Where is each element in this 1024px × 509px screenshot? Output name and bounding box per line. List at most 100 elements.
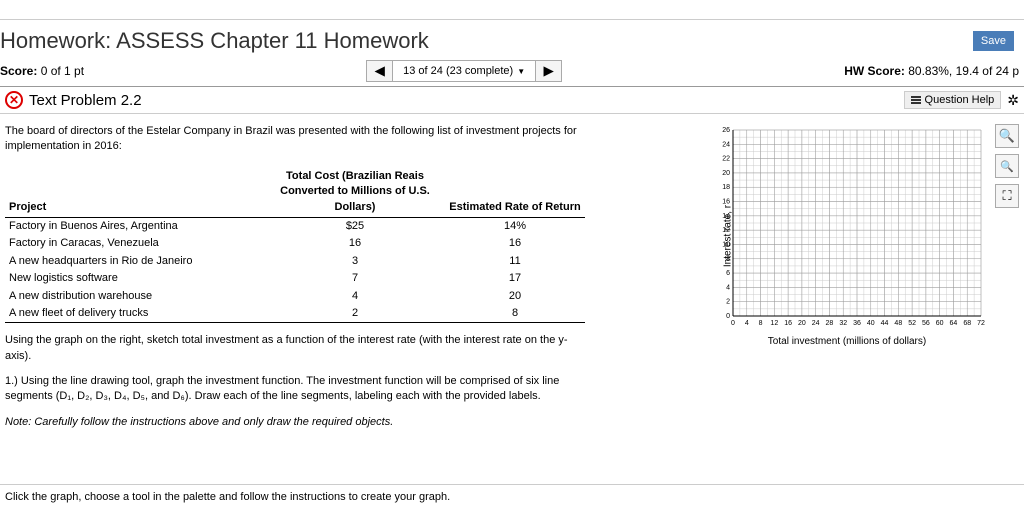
- svg-text:12: 12: [770, 320, 778, 327]
- cell-ror: 20: [445, 288, 585, 305]
- svg-text:68: 68: [963, 320, 971, 327]
- svg-text:6: 6: [726, 270, 730, 277]
- svg-text:22: 22: [722, 156, 730, 163]
- svg-text:14: 14: [722, 213, 730, 220]
- table-row: Factory in Caracas, Venezuela 16 16: [5, 235, 585, 252]
- expand-button[interactable]: ⛶: [995, 184, 1019, 208]
- svg-text:4: 4: [745, 320, 749, 327]
- qhelp-label: Question Help: [925, 94, 995, 106]
- cell-ror: 8: [445, 305, 585, 323]
- svg-text:18: 18: [722, 184, 730, 191]
- cell-project: Factory in Buenos Aires, Argentina: [5, 217, 265, 235]
- cell-project: A new fleet of delivery trucks: [5, 305, 265, 323]
- svg-text:20: 20: [722, 170, 730, 177]
- save-button[interactable]: Save: [973, 31, 1014, 51]
- cell-ror: 17: [445, 270, 585, 287]
- cell-cost: 2: [265, 305, 445, 323]
- svg-text:26: 26: [722, 127, 730, 134]
- hw-score-display: HW Score: 80.83%, 19.4 of 24 p: [844, 64, 1019, 78]
- cell-project: New logistics software: [5, 270, 265, 287]
- footer-instruction: Click the graph, choose a tool in the pa…: [0, 484, 1024, 509]
- svg-text:20: 20: [798, 320, 806, 327]
- cell-project: A new headquarters in Rio de Janeiro: [5, 253, 265, 270]
- score-value: 0 of 1 pt: [41, 64, 84, 78]
- svg-text:44: 44: [881, 320, 889, 327]
- svg-text:12: 12: [722, 227, 730, 234]
- chevron-down-icon: ▼: [517, 67, 525, 76]
- svg-text:0: 0: [726, 313, 730, 320]
- table-row: New logistics software 7 17: [5, 270, 585, 287]
- homework-header: Homework: ASSESS Chapter 11 Homework Sav…: [0, 20, 1024, 58]
- cell-ror: 16: [445, 235, 585, 252]
- cell-cost: 7: [265, 270, 445, 287]
- table-row: A new fleet of delivery trucks 2 8: [5, 305, 585, 323]
- question-nav: ◀ 13 of 24 (23 complete) ▼ ▶: [366, 60, 562, 82]
- next-question-button[interactable]: ▶: [535, 61, 561, 81]
- svg-text:60: 60: [936, 320, 944, 327]
- zoom-out-button[interactable]: 🔍: [995, 154, 1019, 178]
- hwscore-value: 80.83%, 19.4 of 24 p: [908, 64, 1019, 78]
- question-text-column: The board of directors of the Estelar Co…: [5, 124, 585, 430]
- cell-ror: 14%: [445, 217, 585, 235]
- hwscore-label: HW Score:: [844, 64, 905, 78]
- svg-text:16: 16: [722, 199, 730, 206]
- cell-project: Factory in Caracas, Venezuela: [5, 235, 265, 252]
- incorrect-icon: ✕: [5, 91, 23, 109]
- cell-cost: 4: [265, 288, 445, 305]
- score-label: Score:: [0, 64, 37, 78]
- instruction-1: Using the graph on the right, sketch tot…: [5, 333, 585, 364]
- question-help-button[interactable]: Question Help: [904, 91, 1002, 109]
- svg-text:4: 4: [726, 284, 730, 291]
- investment-table: Project Total Cost (Brazilian Reais Conv…: [5, 167, 585, 324]
- cell-cost: $25: [265, 217, 445, 235]
- svg-text:0: 0: [731, 320, 735, 327]
- question-counter-dropdown[interactable]: 13 of 24 (23 complete) ▼: [393, 61, 535, 81]
- problem-title: Text Problem 2.2: [29, 92, 142, 109]
- problem-bar: ✕ Text Problem 2.2 Question Help ✲: [0, 87, 1024, 114]
- svg-text:48: 48: [894, 320, 902, 327]
- table-row: A new distribution warehouse 4 20: [5, 288, 585, 305]
- chart-column: Interest rate, r 04812162024283236404448…: [605, 124, 1019, 430]
- svg-text:36: 36: [853, 320, 861, 327]
- score-display: Score: 0 of 1 pt: [0, 64, 84, 78]
- svg-text:8: 8: [726, 256, 730, 263]
- instruction-2: 1.) Using the line drawing tool, graph t…: [5, 374, 585, 405]
- intro-text: The board of directors of the Estelar Co…: [5, 124, 585, 155]
- chart-plot-area[interactable]: 0481216202428323640444852566064687202468…: [707, 124, 987, 334]
- instruction-note: Note: Carefully follow the instructions …: [5, 415, 585, 430]
- svg-text:10: 10: [722, 241, 730, 248]
- chart-tools: 🔍 🔍 ⛶: [995, 124, 1019, 208]
- svg-text:8: 8: [759, 320, 763, 327]
- svg-text:16: 16: [784, 320, 792, 327]
- svg-text:72: 72: [977, 320, 985, 327]
- svg-text:24: 24: [812, 320, 820, 327]
- zoom-in-button[interactable]: 🔍: [995, 124, 1019, 148]
- svg-text:52: 52: [908, 320, 916, 327]
- col-ror: Estimated Rate of Return: [445, 167, 585, 218]
- cell-ror: 11: [445, 253, 585, 270]
- svg-text:40: 40: [867, 320, 875, 327]
- cell-cost: 3: [265, 253, 445, 270]
- top-system-bar: [0, 0, 1024, 20]
- chart-container: Interest rate, r 04812162024283236404448…: [707, 124, 987, 347]
- prev-question-button[interactable]: ◀: [367, 61, 393, 81]
- settings-icon[interactable]: ✲: [1007, 92, 1019, 109]
- col-project: Project: [5, 167, 265, 218]
- table-row: Factory in Buenos Aires, Argentina $25 1…: [5, 217, 585, 235]
- page-title: Homework: ASSESS Chapter 11 Homework: [0, 28, 429, 54]
- svg-text:32: 32: [839, 320, 847, 327]
- score-bar: Score: 0 of 1 pt ◀ 13 of 24 (23 complete…: [0, 58, 1024, 87]
- question-counter: 13 of 24 (23 complete): [403, 65, 513, 77]
- svg-text:64: 64: [950, 320, 958, 327]
- problem-left: ✕ Text Problem 2.2: [5, 91, 142, 109]
- content-area: The board of directors of the Estelar Co…: [0, 114, 1024, 440]
- list-icon: [911, 96, 921, 104]
- col-cost: Total Cost (Brazilian Reais Converted to…: [265, 167, 445, 218]
- table-row: A new headquarters in Rio de Janeiro 3 1…: [5, 253, 585, 270]
- chart-xlabel: Total investment (millions of dollars): [707, 336, 987, 347]
- cell-cost: 16: [265, 235, 445, 252]
- cell-project: A new distribution warehouse: [5, 288, 265, 305]
- svg-text:2: 2: [726, 299, 730, 306]
- svg-text:56: 56: [922, 320, 930, 327]
- svg-text:24: 24: [722, 141, 730, 148]
